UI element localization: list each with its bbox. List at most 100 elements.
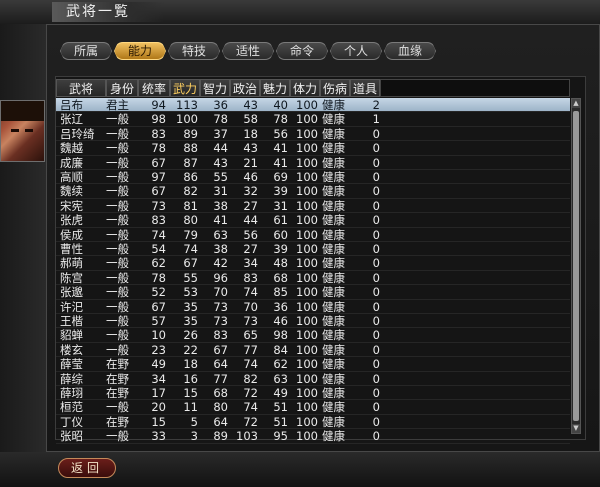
- cell-统率: 67: [151, 184, 166, 199]
- scroll-down-arrow-icon[interactable]: ▼: [572, 424, 580, 433]
- cell-体力: 100: [296, 299, 318, 314]
- cell-统率: 67: [151, 155, 166, 170]
- cell-政治: 72: [243, 414, 258, 429]
- cell-魅力: 68: [273, 270, 288, 285]
- cell-伤病: 健康: [322, 342, 345, 357]
- table-body: 吕布 君主 94 113 36 43 40 100 健康 2 张辽 一般 98 100 78 58 78 100 健…: [56, 98, 570, 444]
- cell-政治: 65: [243, 328, 258, 343]
- table-row[interactable]: 许汜 一般 67 35 73 70 36 100 健康 0: [56, 300, 570, 314]
- column-header-3[interactable]: 武力: [170, 79, 200, 97]
- tab-5[interactable]: 个人: [330, 42, 382, 60]
- cell-智力: 80: [213, 400, 228, 415]
- cell-统率: 98: [151, 112, 166, 127]
- cell-武将: 薛综: [60, 371, 83, 386]
- column-header-7[interactable]: 体力: [290, 79, 320, 97]
- cell-身份: 一般: [106, 285, 129, 300]
- table-row[interactable]: 桓范 一般 20 11 80 74 51 100 健康 0: [56, 400, 570, 415]
- table-row[interactable]: 张邈 一般 52 53 70 74 85 100 健康 0: [56, 285, 570, 300]
- cell-政治: 73: [243, 314, 258, 328]
- cell-身份: 在野: [106, 414, 129, 429]
- cell-统率: 15: [151, 414, 166, 429]
- table-row[interactable]: 张辽 一般 98 100 78 58 78 100 健康 1: [56, 112, 570, 127]
- cell-政治: 72: [243, 386, 258, 400]
- table-row[interactable]: 成廉 一般 67 87 43 21 41 100 健康 0: [56, 156, 570, 170]
- cell-伤病: 健康: [322, 314, 345, 328]
- cell-体力: 100: [296, 256, 318, 271]
- cell-道具: 0: [372, 227, 380, 242]
- table-row[interactable]: 张昭 一般 33 3 89 103 95 100 健康 0: [56, 429, 570, 444]
- column-header-5[interactable]: 政治: [230, 79, 260, 97]
- back-button[interactable]: 返回: [58, 458, 116, 478]
- cell-身份: 一般: [106, 155, 129, 170]
- tab-1[interactable]: 能力: [114, 42, 166, 60]
- cell-魅力: 84: [273, 342, 288, 357]
- cell-政治: 27: [243, 242, 258, 256]
- tab-0[interactable]: 所属: [60, 42, 112, 60]
- cell-政治: 46: [243, 170, 258, 184]
- cell-武将: 张昭: [60, 429, 83, 444]
- cell-武将: 张邈: [60, 285, 83, 300]
- tab-3[interactable]: 适性: [222, 42, 274, 60]
- column-header-8[interactable]: 伤病: [320, 79, 350, 97]
- table-row[interactable]: 貂蝉 一般 10 26 83 65 98 100 健康 0: [56, 328, 570, 343]
- table-row[interactable]: 侯成 一般 74 79 63 56 60 100 健康 0: [56, 228, 570, 242]
- cell-武力: 35: [183, 299, 198, 314]
- cell-政治: 83: [243, 270, 258, 285]
- table-row[interactable]: 张虎 一般 83 80 41 44 61 100 健康 0: [56, 213, 570, 228]
- table-row[interactable]: 吕玲绮 一般 83 89 37 18 56 100 健康 0: [56, 127, 570, 142]
- cell-智力: 36: [213, 98, 228, 112]
- cell-武将: 许汜: [60, 299, 83, 314]
- cell-体力: 100: [296, 112, 318, 127]
- cell-智力: 44: [213, 141, 228, 156]
- cell-智力: 41: [213, 213, 228, 228]
- tab-6[interactable]: 血缘: [384, 42, 436, 60]
- cell-智力: 77: [213, 371, 228, 386]
- table-row[interactable]: 宋宪 一般 73 81 38 27 31 100 健康 0: [56, 199, 570, 214]
- column-header-0[interactable]: 武将: [56, 79, 106, 97]
- table-row[interactable]: 曹性 一般 54 74 38 27 39 100 健康 0: [56, 242, 570, 257]
- cell-武将: 高顺: [60, 170, 83, 184]
- cell-智力: 67: [213, 342, 228, 357]
- cell-道具: 0: [372, 285, 380, 300]
- cell-武力: 100: [176, 112, 198, 127]
- cell-道具: 0: [372, 242, 380, 256]
- column-header-9[interactable]: 道具: [350, 79, 380, 97]
- cell-武力: 26: [183, 328, 198, 343]
- table-row[interactable]: 薛综 在野 34 16 77 82 63 100 健康 0: [56, 372, 570, 386]
- table-row[interactable]: 魏续 一般 67 82 31 32 39 100 健康 0: [56, 184, 570, 199]
- column-header-4[interactable]: 智力: [200, 79, 230, 97]
- table-row[interactable]: 薛珝 在野 17 15 68 72 49 100 健康 0: [56, 386, 570, 401]
- cell-道具: 0: [372, 213, 380, 228]
- cell-统率: 78: [151, 270, 166, 285]
- tab-2[interactable]: 特技: [168, 42, 220, 60]
- cell-武力: 86: [183, 170, 198, 184]
- cell-魅力: 69: [273, 170, 288, 184]
- cell-伤病: 健康: [322, 98, 345, 112]
- cell-政治: 103: [236, 429, 258, 444]
- cell-统率: 10: [151, 328, 166, 343]
- cell-统率: 54: [151, 242, 166, 256]
- cell-道具: 0: [372, 357, 380, 372]
- column-header-1[interactable]: 身份: [106, 79, 138, 97]
- scrollbar[interactable]: ▲ ▼: [571, 98, 581, 434]
- table-header: 武将 身份 统率 武力 智力 政治 魅力 体力 伤病 道具: [56, 79, 571, 98]
- table-row[interactable]: 吕布 君主 94 113 36 43 40 100 健康 2: [56, 98, 570, 113]
- table-row[interactable]: 高顺 一般 97 86 55 46 69 100 健康 0: [56, 170, 570, 185]
- table-row[interactable]: 魏越 一般 78 88 44 43 41 100 健康 0: [56, 141, 570, 156]
- table-row[interactable]: 楼玄 一般 23 22 67 77 84 100 健康 0: [56, 342, 570, 358]
- scroll-thumb[interactable]: [573, 111, 579, 421]
- column-header-2[interactable]: 统率: [138, 79, 170, 97]
- table-row[interactable]: 郝萌 一般 62 67 42 34 48 100 健康 0: [56, 256, 570, 271]
- tab-4[interactable]: 命令: [276, 42, 328, 60]
- cell-武将: 薛莹: [60, 357, 83, 372]
- column-header-6[interactable]: 魅力: [260, 79, 290, 97]
- table-row[interactable]: 丁仪 在野 15 5 64 72 51 100 健康 0: [56, 414, 570, 430]
- cell-魅力: 48: [273, 256, 288, 271]
- table-row[interactable]: 陈宫 一般 78 55 96 83 68 100 健康 0: [56, 270, 570, 286]
- cell-道具: 0: [372, 400, 380, 415]
- cell-道具: 0: [372, 170, 380, 184]
- cell-身份: 一般: [106, 170, 129, 184]
- table-row[interactable]: 薛莹 在野 49 18 64 74 62 100 健康 0: [56, 357, 570, 372]
- table-row[interactable]: 王楷 一般 57 35 73 73 46 100 健康 0: [56, 314, 570, 329]
- scroll-up-arrow-icon[interactable]: ▲: [572, 99, 580, 108]
